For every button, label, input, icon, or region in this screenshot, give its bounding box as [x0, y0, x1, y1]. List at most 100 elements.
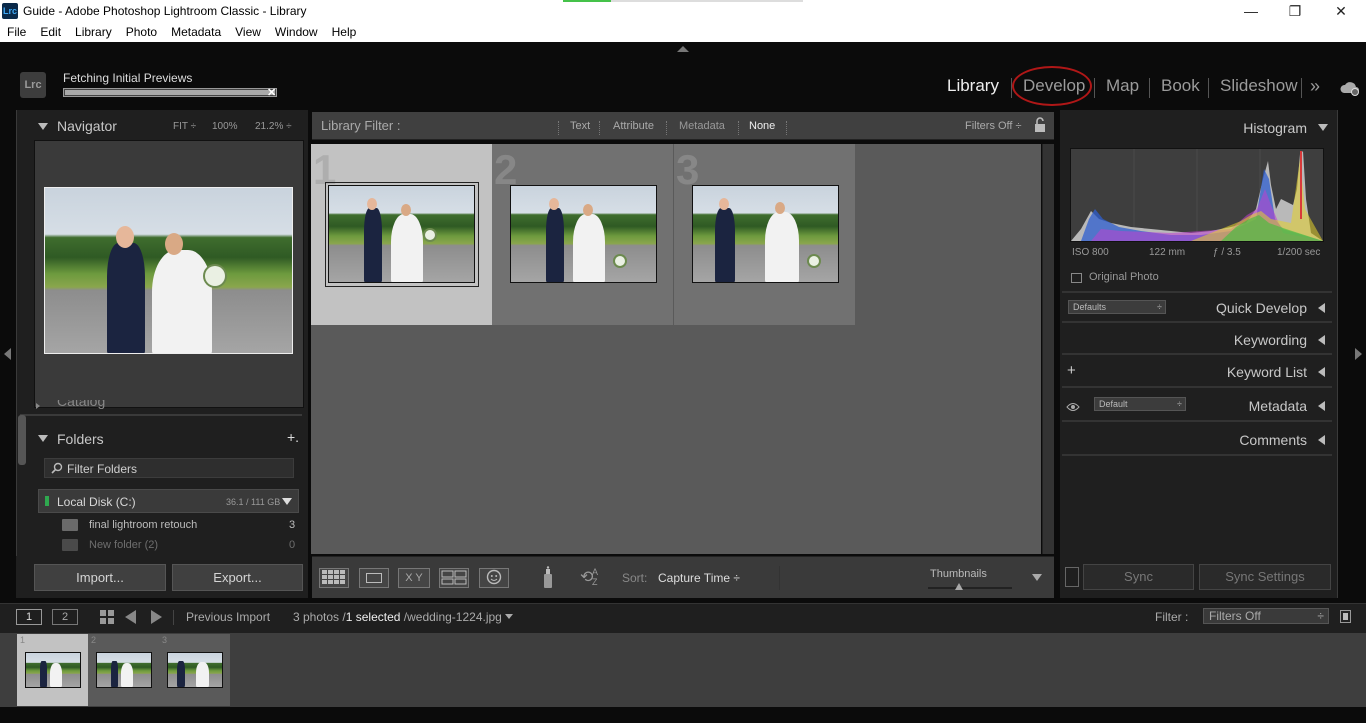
- navigator-preview-image[interactable]: [44, 187, 293, 354]
- photo-thumbnail[interactable]: [510, 185, 657, 283]
- original-photo-checkbox[interactable]: [1071, 273, 1082, 283]
- menu-window[interactable]: Window: [268, 22, 325, 42]
- module-divider: [1094, 78, 1095, 98]
- metadata-preset[interactable]: Default ÷: [1094, 397, 1186, 411]
- primary-display-button[interactable]: 1: [16, 609, 42, 625]
- secondary-display-button[interactable]: 2: [52, 609, 78, 625]
- menu-library[interactable]: Library: [68, 22, 119, 42]
- navigator-collapse-icon[interactable]: [38, 123, 48, 130]
- toolbar-menu-icon[interactable]: [1032, 574, 1042, 581]
- restore-button[interactable]: ❐: [1272, 0, 1318, 22]
- lock-icon[interactable]: [1033, 117, 1047, 133]
- menu-metadata[interactable]: Metadata: [164, 22, 228, 42]
- keywording-expand-icon[interactable]: [1318, 335, 1325, 345]
- menu-edit[interactable]: Edit: [33, 22, 68, 42]
- add-folder-icon[interactable]: +.: [287, 429, 299, 445]
- grid-view-icon[interactable]: [319, 568, 349, 588]
- quick-develop-expand-icon[interactable]: [1318, 303, 1325, 313]
- keywording-title[interactable]: Keywording: [1180, 332, 1307, 348]
- sort-direction-icon[interactable]: ⟲ A Z: [580, 567, 612, 589]
- sync-button[interactable]: Sync: [1083, 564, 1194, 590]
- filter-none-tab[interactable]: None: [749, 120, 775, 132]
- grid-cell[interactable]: 3: [674, 144, 855, 325]
- histogram-collapse-icon[interactable]: [1318, 124, 1328, 131]
- sync-settings-button[interactable]: Sync Settings: [1199, 564, 1331, 590]
- thumbnail-size-slider[interactable]: [928, 587, 1012, 589]
- filter-text-tab[interactable]: Text: [570, 120, 590, 132]
- menu-help[interactable]: Help: [325, 22, 364, 42]
- catalog-expand-icon[interactable]: [36, 403, 40, 409]
- filmstrip-source[interactable]: Previous Import: [186, 610, 270, 624]
- grid-scrollbar[interactable]: [1042, 144, 1054, 554]
- quick-develop-title[interactable]: Quick Develop: [1180, 300, 1307, 316]
- filter-lock-icon[interactable]: [1340, 610, 1351, 623]
- right-panel-toggle-icon[interactable]: [1355, 348, 1362, 360]
- filmstrip-thumbnail[interactable]: [167, 652, 223, 688]
- zoom-100[interactable]: 100%: [212, 121, 238, 132]
- folders-collapse-icon[interactable]: [38, 435, 48, 442]
- comments-title[interactable]: Comments: [1180, 432, 1307, 448]
- quick-develop-preset[interactable]: Defaults ÷: [1068, 300, 1166, 314]
- zoom-custom[interactable]: 21.2% ÷: [255, 121, 292, 132]
- filter-attribute-tab[interactable]: Attribute: [613, 120, 654, 132]
- filmstrip-cell[interactable]: 3: [159, 634, 230, 706]
- cancel-activity-icon[interactable]: ✕: [267, 86, 276, 99]
- slider-thumb-icon[interactable]: [955, 583, 963, 590]
- back-icon[interactable]: [125, 610, 136, 624]
- loupe-view-icon[interactable]: [359, 568, 389, 588]
- add-keyword-icon[interactable]: +: [1067, 362, 1076, 379]
- keyword-list-expand-icon[interactable]: [1318, 367, 1325, 377]
- filmstrip-thumbnail[interactable]: [96, 652, 152, 688]
- eye-icon[interactable]: [1066, 399, 1080, 417]
- filmstrip-cell[interactable]: 1: [17, 634, 88, 706]
- export-button[interactable]: Export...: [172, 564, 303, 591]
- left-panel-scrollbar[interactable]: [18, 415, 26, 465]
- metadata-expand-icon[interactable]: [1318, 401, 1325, 411]
- filter-folders-field[interactable]: Filter Folders: [44, 458, 294, 478]
- module-slideshow[interactable]: Slideshow: [1220, 76, 1298, 96]
- keyword-list-title[interactable]: Keyword List: [1180, 364, 1307, 380]
- top-panel-toggle-icon[interactable]: [677, 46, 689, 52]
- histogram-graph[interactable]: [1070, 148, 1324, 242]
- metadata-title[interactable]: Metadata: [1180, 398, 1307, 414]
- folder-row[interactable]: final lightroom retouch 3: [38, 516, 299, 536]
- people-view-icon[interactable]: [479, 568, 509, 588]
- filmstrip-thumbnail[interactable]: [25, 652, 81, 688]
- filters-off-preset[interactable]: Filters Off ÷: [965, 120, 1022, 132]
- auto-sync-toggle[interactable]: [1065, 567, 1079, 587]
- import-button[interactable]: Import...: [34, 564, 166, 591]
- more-modules-icon[interactable]: »: [1310, 76, 1320, 97]
- filter-folders-placeholder: Filter Folders: [67, 462, 138, 476]
- close-window-button[interactable]: ✕: [1318, 0, 1364, 22]
- cloud-sync-icon[interactable]: [1339, 80, 1361, 101]
- filter-select[interactable]: Filters Off ÷: [1203, 608, 1329, 624]
- photo-thumbnail[interactable]: [692, 185, 839, 283]
- sort-select[interactable]: Capture Time ÷: [658, 571, 740, 585]
- folder-row[interactable]: New folder (2) 0: [38, 536, 299, 556]
- compare-view-icon[interactable]: X Y: [398, 568, 430, 588]
- volume-row[interactable]: Local Disk (C:) 36.1 / 111 GB: [38, 489, 299, 513]
- forward-icon[interactable]: [151, 610, 162, 624]
- file-menu-icon[interactable]: [505, 614, 513, 619]
- volume-menu-icon[interactable]: [282, 498, 292, 505]
- filter-metadata-tab[interactable]: Metadata: [679, 120, 725, 132]
- grid-cell[interactable]: 2: [492, 144, 673, 325]
- survey-view-icon[interactable]: [439, 568, 469, 588]
- module-book[interactable]: Book: [1161, 76, 1200, 96]
- left-panel-toggle-icon[interactable]: [4, 348, 11, 360]
- painter-spray-icon[interactable]: [541, 566, 555, 595]
- minimize-button[interactable]: —: [1228, 0, 1274, 22]
- catalog-title-clipped[interactable]: Catalog: [57, 400, 105, 411]
- selected-file[interactable]: /wedding-1224.jpg: [404, 610, 502, 624]
- menu-photo[interactable]: Photo: [119, 22, 164, 42]
- menu-view[interactable]: View: [228, 22, 268, 42]
- title-progress: [563, 0, 803, 2]
- grid-shortcut-icon[interactable]: [100, 610, 114, 629]
- comments-expand-icon[interactable]: [1318, 435, 1325, 445]
- original-photo-label: Original Photo: [1089, 271, 1159, 283]
- menu-file[interactable]: File: [0, 22, 33, 42]
- module-map[interactable]: Map: [1106, 76, 1139, 96]
- module-library[interactable]: Library: [947, 76, 999, 96]
- filmstrip-cell[interactable]: 2: [88, 634, 159, 706]
- zoom-fit[interactable]: FIT ÷: [173, 121, 196, 132]
